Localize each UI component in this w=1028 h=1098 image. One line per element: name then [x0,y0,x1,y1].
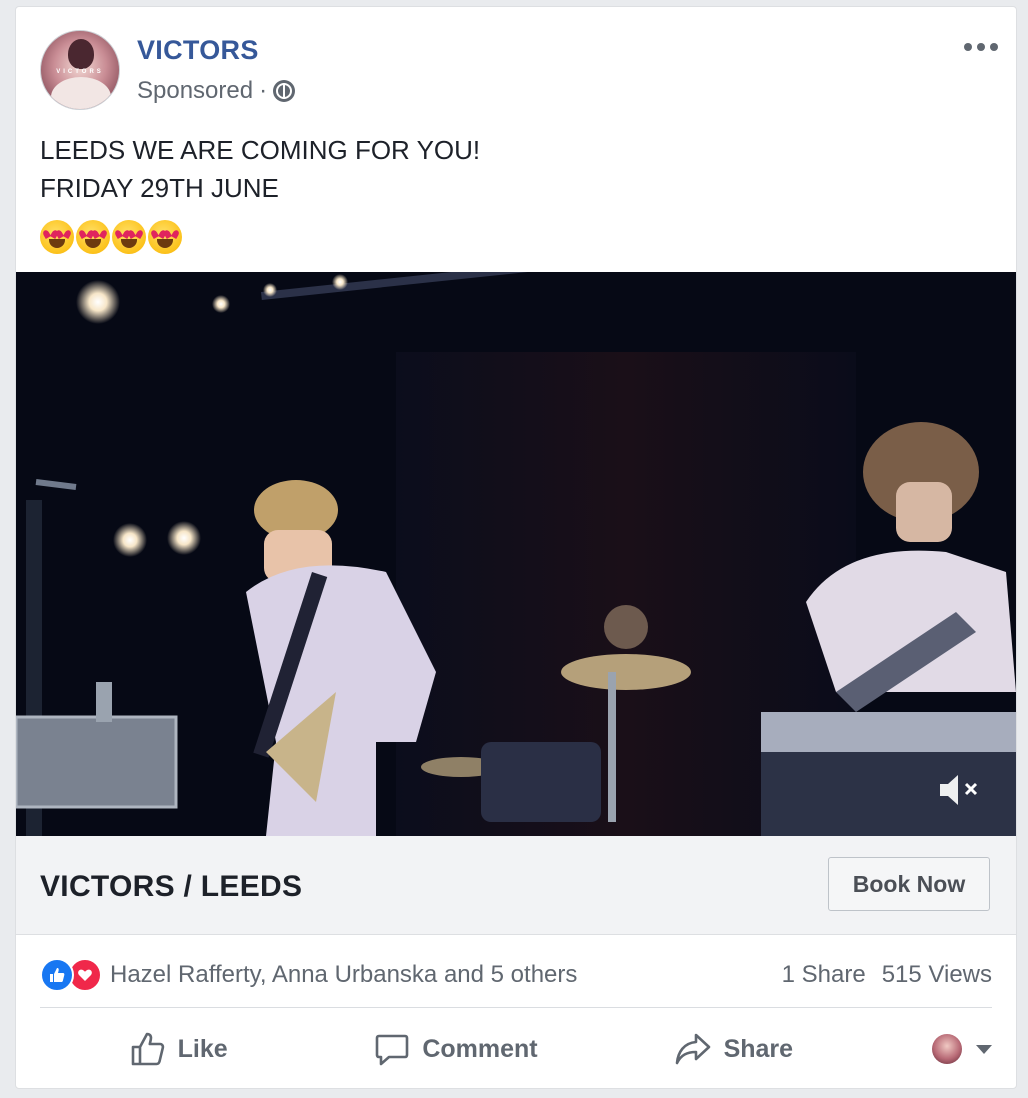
thumbs-up-icon [131,1032,164,1066]
page-avatar[interactable]: VICTORS [40,30,120,110]
comment-button[interactable]: Comment [317,1019,594,1079]
more-options-icon[interactable] [964,37,998,57]
link-title[interactable]: VICTORS / LEEDS [40,870,302,904]
action-divider [40,1007,992,1008]
chevron-down-icon [975,1044,992,1054]
reactors-text[interactable]: Hazel Rafferty, Anna Urbanska and 5 othe… [110,961,577,989]
post-as-selector[interactable] [872,1019,992,1079]
link-preview[interactable]: VICTORS / LEEDS Book Now [16,836,1016,935]
muted-speaker-icon[interactable] [938,770,982,810]
comment-label: Comment [422,1034,538,1063]
heart-eyes-emoji-icon [76,220,110,254]
avatar-band-text: VICTORS [56,69,104,75]
reactions-summary[interactable]: Hazel Rafferty, Anna Urbanska and 5 othe… [40,957,577,993]
heart-eyes-emoji-icon [148,220,182,254]
shares-count[interactable]: 1 Share [782,961,866,989]
sponsored-post-card: VICTORS VICTORS Sponsored · LEEDS WE ARE… [15,6,1017,1089]
heart-eyes-emoji-icon [112,220,146,254]
concert-video-frame [16,272,1016,836]
like-reaction-icon [40,958,74,992]
like-label: Like [177,1034,228,1063]
emoji-row [40,220,182,254]
page-name-link[interactable]: VICTORS [137,35,259,66]
page-avatar-small [931,1034,962,1064]
sponsored-label[interactable]: Sponsored [137,77,253,105]
post-meta: Sponsored · [137,77,296,105]
globe-icon[interactable] [273,80,296,102]
comment-bubble-icon [376,1034,409,1066]
post-text-line: FRIDAY 29TH JUNE [40,173,279,203]
post-text: LEEDS WE ARE COMING FOR YOU! FRIDAY 29TH… [40,131,480,207]
meta-separator: · [259,77,268,104]
book-now-button[interactable]: Book Now [828,857,990,911]
action-bar: Like Comment Share [40,1019,992,1079]
views-count[interactable]: 515 Views [882,961,992,989]
share-button[interactable]: Share [595,1019,872,1079]
share-arrow-icon [675,1033,710,1065]
heart-eyes-emoji-icon [40,220,74,254]
post-text-line: LEEDS WE ARE COMING FOR YOU! [40,135,481,165]
like-button[interactable]: Like [40,1019,317,1079]
post-stats: 1 Share 515 Views [782,957,992,993]
video-player[interactable] [16,272,1016,836]
share-label: Share [723,1034,794,1063]
